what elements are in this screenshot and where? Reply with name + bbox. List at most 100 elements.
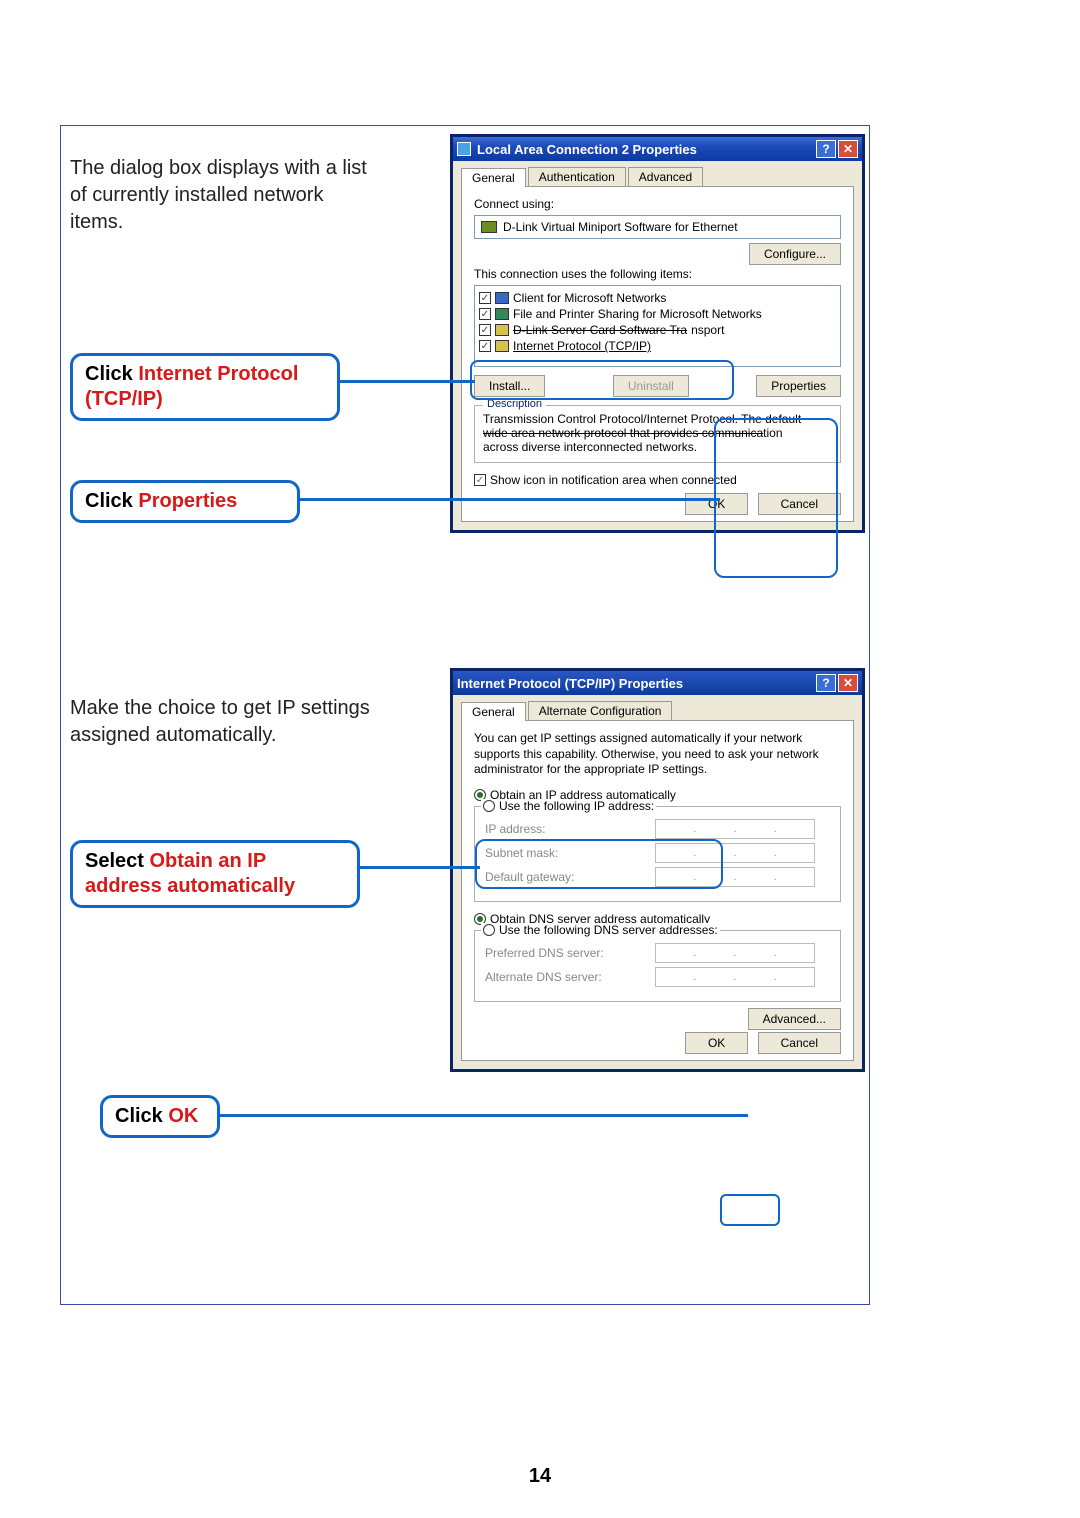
- static-dns-group: Use the following DNS server addresses: …: [474, 930, 841, 1002]
- field-row: Preferred DNS server: ...: [485, 943, 830, 963]
- callout-select-obtain: Select Obtain an IP address automaticall…: [70, 840, 360, 908]
- ip-address-label: IP address:: [485, 822, 655, 836]
- description-legend: Description: [483, 398, 546, 410]
- checkbox-icon[interactable]: ✓: [479, 292, 491, 304]
- checkbox-icon[interactable]: ✓: [479, 308, 491, 320]
- ok-button[interactable]: OK: [685, 1032, 748, 1054]
- page: The dialog box displays with a list of c…: [0, 0, 1080, 1518]
- dialog-body: Connect using: D-Link Virtual Miniport S…: [461, 186, 854, 522]
- connector-line: [340, 380, 475, 383]
- help-button[interactable]: ?: [816, 140, 836, 158]
- tab-advanced[interactable]: Advanced: [628, 167, 703, 186]
- radio-use-ip[interactable]: [483, 800, 495, 812]
- show-icon-label: Show icon in notification area when conn…: [490, 473, 737, 487]
- callout-click-ok: Click OK: [100, 1095, 220, 1138]
- item-label: Client for Microsoft Networks: [513, 291, 666, 305]
- adapter-name: D-Link Virtual Miniport Software for Eth…: [503, 220, 738, 234]
- gateway-input: ...: [655, 867, 815, 887]
- adapter-field: D-Link Virtual Miniport Software for Eth…: [474, 215, 841, 239]
- help-button[interactable]: ?: [816, 674, 836, 692]
- checkbox-icon[interactable]: ✓: [479, 324, 491, 336]
- page-number: 14: [0, 1465, 1080, 1488]
- network-icon: [457, 142, 471, 156]
- static-ip-group: Use the following IP address: IP address…: [474, 806, 841, 902]
- radio-label: Use the following DNS server addresses:: [499, 923, 718, 937]
- pref-dns-label: Preferred DNS server:: [485, 946, 655, 960]
- callout-click-properties: Click Properties: [70, 480, 300, 523]
- dialog-body: You can get IP settings assigned automat…: [461, 720, 854, 1061]
- uses-items-label: This connection uses the following items…: [474, 267, 841, 281]
- callout-text: Click: [85, 490, 138, 512]
- intro-paragraph-1: The dialog box displays with a list of c…: [70, 155, 380, 236]
- client-icon: [495, 292, 509, 304]
- item-label: Internet Protocol (TCP/IP): [513, 339, 651, 353]
- connector-line: [360, 866, 480, 869]
- list-item[interactable]: ✓ D-Link Server Card Software Tra nsport: [479, 322, 836, 338]
- list-item[interactable]: ✓ Client for Microsoft Networks: [479, 290, 836, 306]
- item-label-tail: nsport: [691, 323, 724, 337]
- list-item[interactable]: ✓ File and Printer Sharing for Microsoft…: [479, 306, 836, 322]
- connect-using-label: Connect using:: [474, 197, 841, 211]
- item-label: D-Link Server Card Software Tra: [513, 323, 687, 337]
- tab-alt-config[interactable]: Alternate Configuration: [528, 701, 673, 720]
- show-icon-checkbox[interactable]: ✓: [474, 474, 486, 486]
- printer-icon: [495, 308, 509, 320]
- callout-text: Click: [85, 363, 138, 385]
- configure-button[interactable]: Configure...: [749, 243, 841, 265]
- callout-highlight: Properties: [138, 490, 237, 512]
- properties-button[interactable]: Properties: [756, 375, 841, 397]
- alt-dns-label: Alternate DNS server:: [485, 970, 655, 984]
- radio-label: Use the following IP address:: [499, 799, 654, 813]
- callout-text: Select: [85, 850, 149, 872]
- intro-text: You can get IP settings assigned automat…: [474, 731, 841, 778]
- description-group: Description Transmission Control Protoco…: [474, 405, 841, 463]
- callout-highlight: OK: [168, 1105, 198, 1127]
- dialog-title: Internet Protocol (TCP/IP) Properties: [457, 676, 683, 691]
- tcpip-properties-dialog: Internet Protocol (TCP/IP) Properties ? …: [450, 668, 865, 1072]
- lan-properties-dialog: Local Area Connection 2 Properties ? ✕ G…: [450, 134, 865, 533]
- adapter-icon: [481, 221, 497, 233]
- install-button-row: Install... Uninstall Properties: [474, 375, 841, 397]
- field-row: Default gateway: ...: [485, 867, 830, 887]
- close-button[interactable]: ✕: [838, 674, 858, 692]
- dialog-title: Local Area Connection 2 Properties: [477, 142, 697, 157]
- connector-line: [300, 498, 720, 501]
- connector-line: [220, 1114, 748, 1117]
- subnet-label: Subnet mask:: [485, 846, 655, 860]
- list-item-tcpip[interactable]: ✓ Internet Protocol (TCP/IP): [479, 338, 836, 354]
- field-row: IP address: ...: [485, 819, 830, 839]
- radio-use-dns[interactable]: [483, 924, 495, 936]
- ip-address-input: ...: [655, 819, 815, 839]
- intro-paragraph-2: Make the choice to get IP settings assig…: [70, 695, 380, 749]
- tab-authentication[interactable]: Authentication: [528, 167, 626, 186]
- alt-dns-input: ...: [655, 967, 815, 987]
- advanced-button[interactable]: Advanced...: [748, 1008, 841, 1030]
- cancel-button[interactable]: Cancel: [758, 493, 841, 515]
- title-bar: Local Area Connection 2 Properties ? ✕: [453, 137, 862, 161]
- description-line: across diverse interconnected networks.: [483, 440, 832, 454]
- pref-dns-input: ...: [655, 943, 815, 963]
- items-list[interactable]: ✓ Client for Microsoft Networks ✓ File a…: [474, 285, 841, 367]
- close-button[interactable]: ✕: [838, 140, 858, 158]
- ok-button[interactable]: OK: [685, 493, 748, 515]
- callout-text: Click: [115, 1105, 168, 1127]
- subnet-input: ...: [655, 843, 815, 863]
- cancel-button[interactable]: Cancel: [758, 1032, 841, 1054]
- field-row: Subnet mask: ...: [485, 843, 830, 863]
- tabs: General Authentication Advanced: [461, 167, 862, 186]
- description-line: wide area network protocol that provides…: [483, 426, 832, 440]
- uninstall-button: Uninstall: [613, 375, 689, 397]
- field-row: Alternate DNS server: ...: [485, 967, 830, 987]
- tab-general[interactable]: General: [461, 702, 526, 721]
- footer-buttons: OK Cancel: [474, 1036, 841, 1050]
- tab-general[interactable]: General: [461, 168, 526, 187]
- gateway-label: Default gateway:: [485, 870, 655, 884]
- checkbox-icon[interactable]: ✓: [479, 340, 491, 352]
- transport-icon: [495, 324, 509, 336]
- title-bar: Internet Protocol (TCP/IP) Properties ? …: [453, 671, 862, 695]
- description-line: Transmission Control Protocol/Internet P…: [483, 412, 832, 426]
- protocol-icon: [495, 340, 509, 352]
- item-label: File and Printer Sharing for Microsoft N…: [513, 307, 762, 321]
- install-button[interactable]: Install...: [474, 375, 545, 397]
- callout-click-tcpip: Click Internet Protocol (TCP/IP): [70, 353, 340, 421]
